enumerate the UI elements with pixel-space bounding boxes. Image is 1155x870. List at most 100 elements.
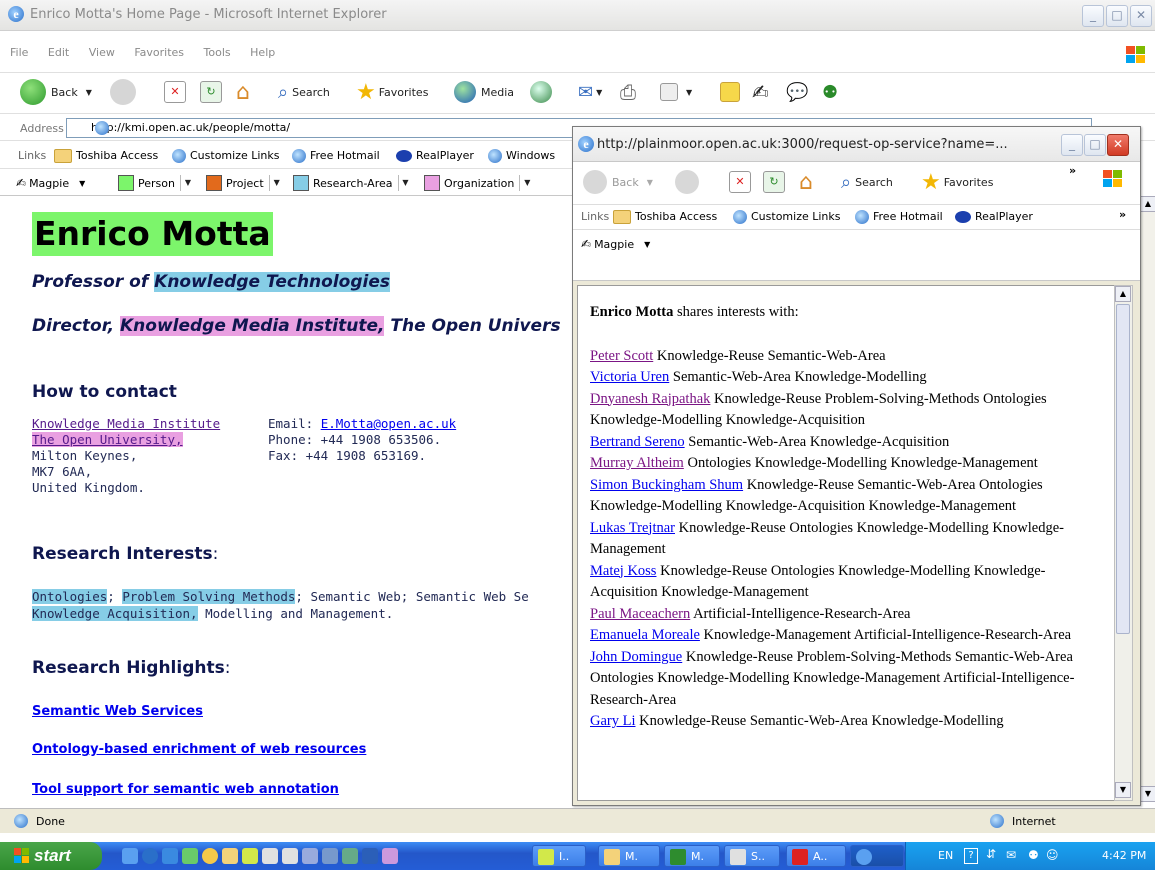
- chevron-down-icon[interactable]: ▼: [519, 175, 534, 191]
- person-link[interactable]: Murray Altheim: [590, 455, 684, 471]
- maximize-button[interactable]: □: [1106, 5, 1128, 27]
- popup-link-customize-links[interactable]: Customize Links: [733, 210, 841, 224]
- category-research-area-toggle[interactable]: Research-Area ▼: [293, 175, 413, 191]
- start-button[interactable]: start: [0, 842, 102, 870]
- menu-help[interactable]: Help: [250, 46, 275, 59]
- quicklaunch-tool-icon[interactable]: [262, 848, 278, 864]
- link-windows[interactable]: Windows: [488, 149, 555, 163]
- chevron-down-icon[interactable]: ▼: [268, 175, 284, 191]
- popup-link-realplayer[interactable]: RealPlayer: [955, 210, 1033, 223]
- task-button-5[interactable]: A..: [786, 845, 846, 867]
- favorites-button[interactable]: ★ Favorites: [356, 73, 428, 111]
- envelope-icon[interactable]: ✉: [1006, 848, 1016, 862]
- quicklaunch-media-icon[interactable]: [182, 848, 198, 864]
- highlight-link-annotation-tool[interactable]: Tool support for semantic web annotation: [32, 782, 339, 797]
- person-link[interactable]: Victoria Uren: [590, 369, 669, 385]
- notes-button[interactable]: [720, 73, 740, 111]
- messenger-button[interactable]: 💬: [786, 73, 808, 111]
- link-free-hotmail[interactable]: Free Hotmail: [292, 149, 380, 163]
- popup-close-button[interactable]: ✕: [1107, 134, 1129, 156]
- scroll-up-arrow-icon[interactable]: ▲: [1115, 286, 1131, 302]
- menu-favorites[interactable]: Favorites: [134, 46, 184, 59]
- highlight-link-ontology-enrichment[interactable]: Ontology-based enrichment of web resourc…: [32, 742, 366, 757]
- language-indicator[interactable]: EN: [938, 849, 953, 862]
- category-project-toggle[interactable]: Project ▼: [206, 175, 284, 191]
- magpie-menu-button[interactable]: ✍ Magpie ▼: [16, 175, 85, 191]
- search-button[interactable]: ⌕ Search: [278, 73, 330, 111]
- task-button-3[interactable]: M.: [664, 845, 720, 867]
- chevron-down-icon[interactable]: ▼: [397, 175, 413, 191]
- link-customize-links[interactable]: Customize Links: [172, 149, 280, 163]
- scroll-down-arrow-icon[interactable]: ▼: [1115, 782, 1131, 798]
- quicklaunch-ie-icon[interactable]: [142, 848, 158, 864]
- network-icon[interactable]: ⇵: [986, 847, 996, 861]
- person-link[interactable]: Simon Buckingham Shum: [590, 477, 743, 493]
- magpie-toolbar-button[interactable]: ✍: [752, 73, 769, 111]
- link-realplayer[interactable]: RealPlayer: [396, 149, 474, 162]
- popup-maximize-button[interactable]: □: [1084, 134, 1106, 156]
- popup-search-button[interactable]: ⌕ Search: [841, 162, 893, 202]
- person-link[interactable]: Paul Maceachern: [590, 606, 690, 622]
- popup-link-toshiba-access[interactable]: Toshiba Access: [613, 210, 717, 224]
- category-organization-toggle[interactable]: Organization ▼: [424, 175, 534, 191]
- interest-knowledge-acquisition[interactable]: Knowledge Acquisition,: [32, 606, 198, 621]
- email-link[interactable]: E.Motta@open.ac.uk: [321, 416, 456, 431]
- scroll-down-arrow-icon[interactable]: ▼: [1140, 786, 1155, 802]
- print-button[interactable]: ⎙: [620, 73, 636, 111]
- quicklaunch-app3-icon[interactable]: [382, 848, 398, 864]
- task-button-4[interactable]: S..: [724, 845, 780, 867]
- minimize-button[interactable]: _: [1082, 5, 1104, 27]
- quicklaunch-window-icon[interactable]: [302, 848, 318, 864]
- interest-problem-solving-methods[interactable]: Problem Solving Methods: [122, 589, 296, 604]
- popup-magpie-menu-button[interactable]: ✍ Magpie ▼: [581, 236, 650, 252]
- quicklaunch-desktop-icon[interactable]: [122, 848, 138, 864]
- scroll-thumb[interactable]: [1116, 304, 1130, 634]
- quicklaunch-word-icon[interactable]: [362, 848, 378, 864]
- links-overflow-chevron-icon[interactable]: »: [1119, 208, 1126, 221]
- scroll-up-arrow-icon[interactable]: ▲: [1140, 196, 1155, 212]
- messenger-tray-icon[interactable]: ⚉: [1028, 848, 1039, 862]
- history-button[interactable]: [530, 73, 557, 111]
- home-button[interactable]: ⌂: [236, 73, 250, 111]
- highlight-link-semantic-web-services[interactable]: Semantic Web Services: [32, 704, 203, 719]
- person-link[interactable]: Peter Scott: [590, 348, 653, 364]
- popup-link-free-hotmail[interactable]: Free Hotmail: [855, 210, 943, 224]
- category-person-toggle[interactable]: Person ▼: [118, 175, 195, 191]
- msn-messenger-button[interactable]: ⚉: [822, 73, 838, 111]
- quicklaunch-app-icon[interactable]: [242, 848, 258, 864]
- media-button[interactable]: Media: [454, 73, 514, 111]
- menu-tools[interactable]: Tools: [204, 46, 231, 59]
- menu-edit[interactable]: Edit: [48, 46, 69, 59]
- back-button[interactable]: Back ▼: [20, 73, 92, 111]
- quicklaunch-app2-icon[interactable]: [342, 848, 358, 864]
- main-scrollbar[interactable]: ▲ ▼: [1139, 196, 1155, 802]
- edit-button[interactable]: ▼: [660, 73, 692, 111]
- menu-view[interactable]: View: [89, 46, 115, 59]
- open-university-link[interactable]: The Open University,: [32, 432, 183, 447]
- popup-minimize-button[interactable]: _: [1061, 134, 1083, 156]
- forward-button[interactable]: [110, 73, 141, 111]
- quicklaunch-window2-icon[interactable]: [322, 848, 338, 864]
- popup-scrollbar[interactable]: ▲ ▼: [1114, 285, 1133, 801]
- popup-refresh-button[interactable]: ↻: [763, 162, 785, 202]
- quicklaunch-outlook-icon[interactable]: [162, 848, 178, 864]
- quicklaunch-player-icon[interactable]: [202, 848, 218, 864]
- person-link[interactable]: Gary Li: [590, 713, 636, 729]
- popup-back-button[interactable]: Back ▼: [583, 162, 653, 202]
- person-link[interactable]: John Domingue: [590, 649, 682, 665]
- person-link[interactable]: Bertrand Sereno: [590, 434, 685, 450]
- chevron-down-icon[interactable]: ▼: [179, 175, 195, 191]
- person-link[interactable]: Emanuela Moreale: [590, 627, 700, 643]
- quicklaunch-tool2-icon[interactable]: [282, 848, 298, 864]
- menu-file[interactable]: File: [10, 46, 28, 59]
- refresh-button[interactable]: ↻: [200, 73, 222, 111]
- task-button-ie-active[interactable]: [850, 845, 904, 867]
- quicklaunch-folder-icon[interactable]: [222, 848, 238, 864]
- interest-ontologies[interactable]: Ontologies: [32, 589, 108, 604]
- popup-stop-button[interactable]: ✕: [729, 162, 751, 202]
- link-toshiba-access[interactable]: Toshiba Access: [54, 149, 158, 163]
- close-button[interactable]: ✕: [1130, 5, 1152, 27]
- popup-home-button[interactable]: ⌂: [799, 162, 813, 202]
- person-link[interactable]: Dnyanesh Rajpathak: [590, 391, 710, 407]
- user-tray-icon[interactable]: ☺: [1046, 848, 1059, 862]
